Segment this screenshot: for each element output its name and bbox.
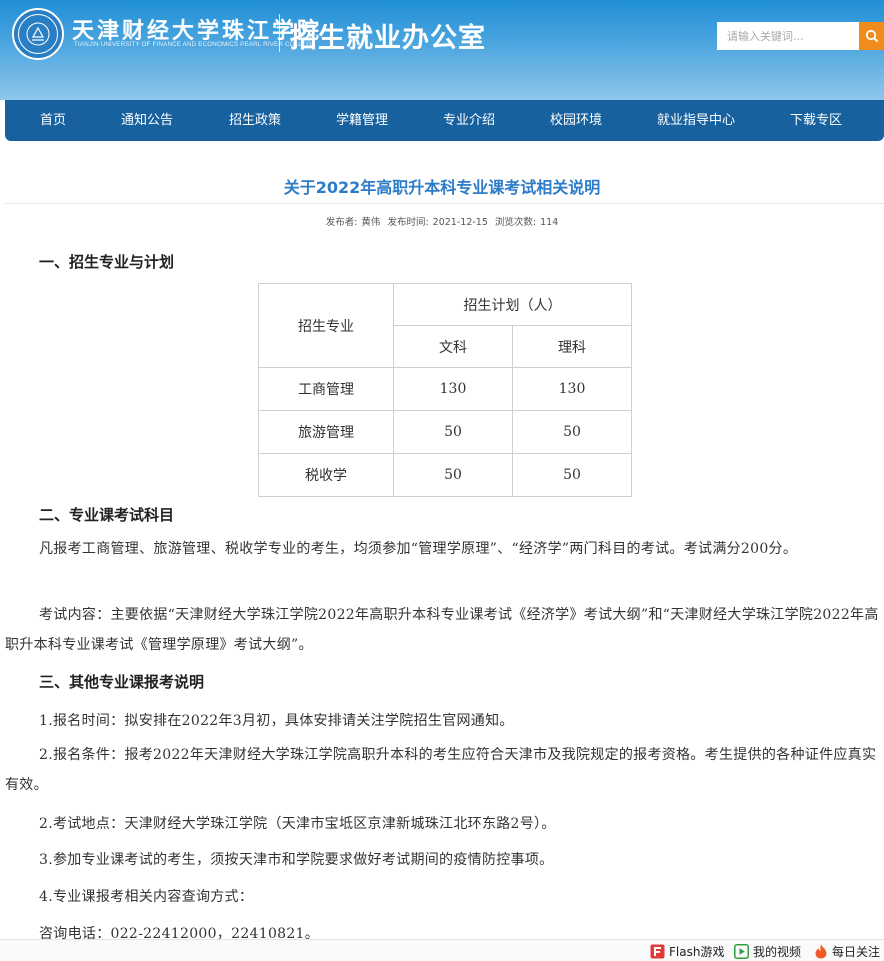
table-row: 旅游管理 50 50 bbox=[258, 410, 632, 454]
nav-item-admission-policy[interactable]: 招生政策 bbox=[229, 100, 281, 141]
search-button[interactable] bbox=[859, 22, 884, 50]
table-cell-major: 旅游管理 bbox=[258, 410, 394, 454]
site-header: 天津财经大学珠江学院 TIANJIN UNIVERSITY OF FINANCE… bbox=[0, 0, 884, 100]
table-cell-major: 税收学 bbox=[258, 453, 394, 497]
search-input[interactable] bbox=[717, 22, 859, 50]
daily-focus-link[interactable]: 每日关注 bbox=[814, 943, 880, 959]
article-title: 关于2022年高职升本科专业课考试相关说明 bbox=[283, 178, 601, 197]
enrollment-plan-table: 招生专业 招生计划（人） 文科 理科 工商管理 130 130 旅游管理 50 … bbox=[258, 283, 632, 497]
header-divider bbox=[279, 14, 280, 52]
table-cell-arts: 50 bbox=[393, 410, 513, 454]
video-play-icon bbox=[734, 943, 749, 959]
table-row: 税收学 50 50 bbox=[258, 453, 632, 497]
table-header-arts: 文科 bbox=[393, 325, 513, 368]
item-epidemic-prevention: 3.参加专业课考试的考生，须按天津市和学院要求做好考试期间的疫情防控事项。 bbox=[39, 852, 554, 868]
views-count: 114 bbox=[540, 217, 559, 228]
table-cell-science: 50 bbox=[512, 410, 632, 454]
publish-time-label: 发布时间: bbox=[387, 217, 429, 228]
publish-time: 2021-12-15 bbox=[432, 217, 488, 228]
nav-item-campus[interactable]: 校园环境 bbox=[550, 100, 602, 141]
nav-item-student-records[interactable]: 学籍管理 bbox=[336, 100, 388, 141]
section-heading-3: 三、其他专业课报考说明 bbox=[39, 673, 205, 691]
table-cell-science: 50 bbox=[512, 453, 632, 497]
nav-item-majors[interactable]: 专业介绍 bbox=[443, 100, 495, 141]
section-heading-1: 一、招生专业与计划 bbox=[39, 253, 175, 271]
school-seal-logo[interactable] bbox=[12, 8, 64, 60]
table-cell-arts: 130 bbox=[393, 367, 513, 411]
item-registration-time: 1.报名时间：拟安排在2022年3月初，具体安排请关注学院招生官网通知。 bbox=[39, 713, 514, 729]
flame-icon bbox=[814, 944, 828, 959]
item-exam-location: 2.考试地点：天津财经大学珠江学院（天津市宝坻区京津新城珠江北环东路2号）。 bbox=[39, 816, 556, 832]
nav-item-downloads[interactable]: 下载专区 bbox=[790, 100, 842, 141]
seal-emblem-icon bbox=[26, 22, 50, 46]
table-cell-science: 130 bbox=[512, 367, 632, 411]
table-header-major: 招生专业 bbox=[258, 283, 394, 368]
daily-focus-label: 每日关注 bbox=[832, 944, 881, 959]
paragraph-exam-subjects: 凡报考工商管理、旅游管理、税收学专业的考生，均须参加“管理学原理”、“经济学”两… bbox=[39, 541, 798, 557]
flash-games-label: Flash游戏 bbox=[669, 944, 725, 959]
table-cell-major: 工商管理 bbox=[258, 367, 394, 411]
main-nav: 首页 通知公告 招生政策 学籍管理 专业介绍 校园环境 就业指导中心 下载专区 bbox=[5, 100, 884, 141]
table-header-science: 理科 bbox=[512, 325, 632, 368]
section-heading-2: 二、专业课考试科目 bbox=[39, 506, 175, 524]
table-cell-arts: 50 bbox=[393, 453, 513, 497]
author-label: 发布者: bbox=[325, 217, 358, 228]
my-videos-label: 我的视频 bbox=[753, 944, 802, 959]
flash-game-icon bbox=[650, 944, 665, 959]
article-meta: 发布者: 黄伟 发布时间: 2021-12-15 浏览次数: 114 bbox=[0, 214, 884, 228]
flash-games-link[interactable]: Flash游戏 bbox=[650, 943, 724, 959]
table-header-plan: 招生计划（人） bbox=[393, 283, 632, 326]
nav-item-career-center[interactable]: 就业指导中心 bbox=[657, 100, 735, 141]
title-divider bbox=[5, 203, 884, 204]
search-icon bbox=[865, 29, 878, 43]
item-inquiry-methods: 4.专业课报考相关内容查询方式： bbox=[39, 889, 254, 905]
item-registration-conditions: 2.报名条件：报考2022年天津财经大学珠江学院高职升本科的考生应符合天津市及我… bbox=[5, 747, 877, 793]
paragraph-exam-content: 考试内容：主要依据“天津财经大学珠江学院2022年高职升本科专业课考试《经济学》… bbox=[5, 607, 879, 653]
browser-bottom-bar: Flash游戏 我的视频 每日关注 bbox=[0, 939, 884, 961]
nav-item-notices[interactable]: 通知公告 bbox=[121, 100, 173, 141]
views-label: 浏览次数: bbox=[494, 217, 537, 228]
table-row: 工商管理 130 130 bbox=[258, 367, 632, 411]
my-videos-link[interactable]: 我的视频 bbox=[734, 943, 801, 959]
office-title[interactable]: 招生就业办公室 bbox=[290, 16, 486, 55]
author-name: 黄伟 bbox=[361, 217, 381, 228]
nav-item-home[interactable]: 首页 bbox=[40, 100, 66, 141]
table-header-row: 招生专业 招生计划（人） bbox=[258, 283, 632, 368]
